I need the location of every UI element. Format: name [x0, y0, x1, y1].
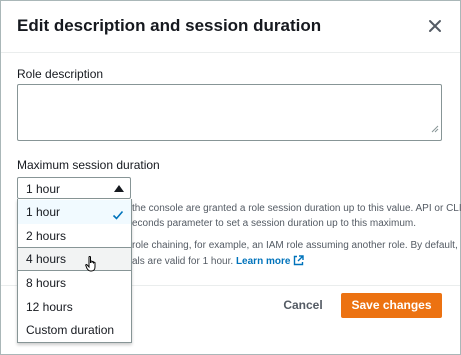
hint-line-4-text: als are valid for 1 hour.	[132, 256, 234, 267]
session-duration-label: Maximum session duration	[17, 158, 160, 172]
cancel-button[interactable]: Cancel	[271, 293, 335, 317]
session-duration-select[interactable]: 1 hour	[17, 177, 131, 199]
hint-line-4: als are valid for 1 hour. Learn more	[132, 255, 305, 269]
learn-more-link[interactable]: Learn more	[236, 256, 290, 267]
option-2-hours[interactable]: 2 hours	[18, 224, 131, 248]
option-label: 8 hours	[26, 276, 67, 290]
option-label: 2 hours	[26, 229, 67, 243]
close-icon[interactable]	[425, 16, 445, 36]
role-description-label: Role description	[17, 67, 104, 81]
option-1-hour[interactable]: 1 hour	[18, 200, 131, 224]
caret-up-icon	[114, 185, 124, 192]
option-label: Custom duration	[26, 323, 115, 337]
session-duration-dropdown: 1 hour 2 hours 4 hours 8 hours 12 hours …	[17, 199, 132, 343]
option-label: 4 hours	[26, 252, 67, 266]
hint-line-2: econds parameter to set a session durati…	[132, 218, 417, 229]
option-4-hours[interactable]: 4 hours	[18, 247, 131, 271]
option-label: 12 hours	[26, 300, 73, 314]
select-value: 1 hour	[26, 182, 61, 196]
hand-cursor-icon	[85, 255, 99, 277]
option-12-hours[interactable]: 12 hours	[18, 295, 131, 319]
hint-line-3: role chaining, for example, an IAM role …	[132, 240, 458, 251]
external-link-icon[interactable]	[293, 255, 305, 269]
modal-title: Edit description and session duration	[17, 16, 322, 35]
option-8-hours[interactable]: 8 hours	[18, 271, 131, 295]
edit-session-modal: Edit description and session duration Ro…	[0, 0, 461, 355]
resize-grip-icon[interactable]	[431, 120, 439, 138]
option-custom-duration[interactable]: Custom duration	[18, 318, 131, 342]
modal-header: Edit description and session duration	[1, 1, 460, 53]
option-label: 1 hour	[26, 205, 61, 219]
save-changes-button[interactable]: Save changes	[341, 293, 442, 318]
role-description-input[interactable]	[17, 84, 442, 141]
hint-line-1: the console are granted a role session d…	[132, 203, 461, 214]
